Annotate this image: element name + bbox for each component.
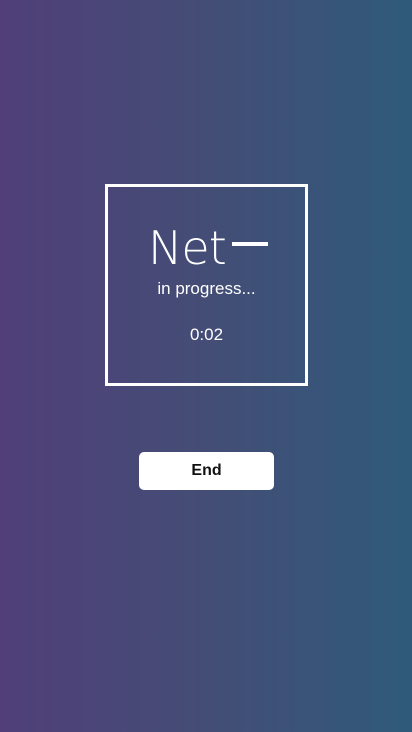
- status-panel: Net in progress... 0:02: [105, 184, 308, 386]
- app-logo: Net: [148, 221, 272, 275]
- elapsed-timer: 0:02: [189, 325, 224, 344]
- progress-status-text: in progress...: [157, 279, 256, 298]
- logo-text: Net: [148, 221, 227, 275]
- end-button[interactable]: End: [139, 452, 274, 490]
- logo-dash-mark: [232, 242, 268, 246]
- app-screen: Net in progress... 0:02 End: [0, 0, 412, 732]
